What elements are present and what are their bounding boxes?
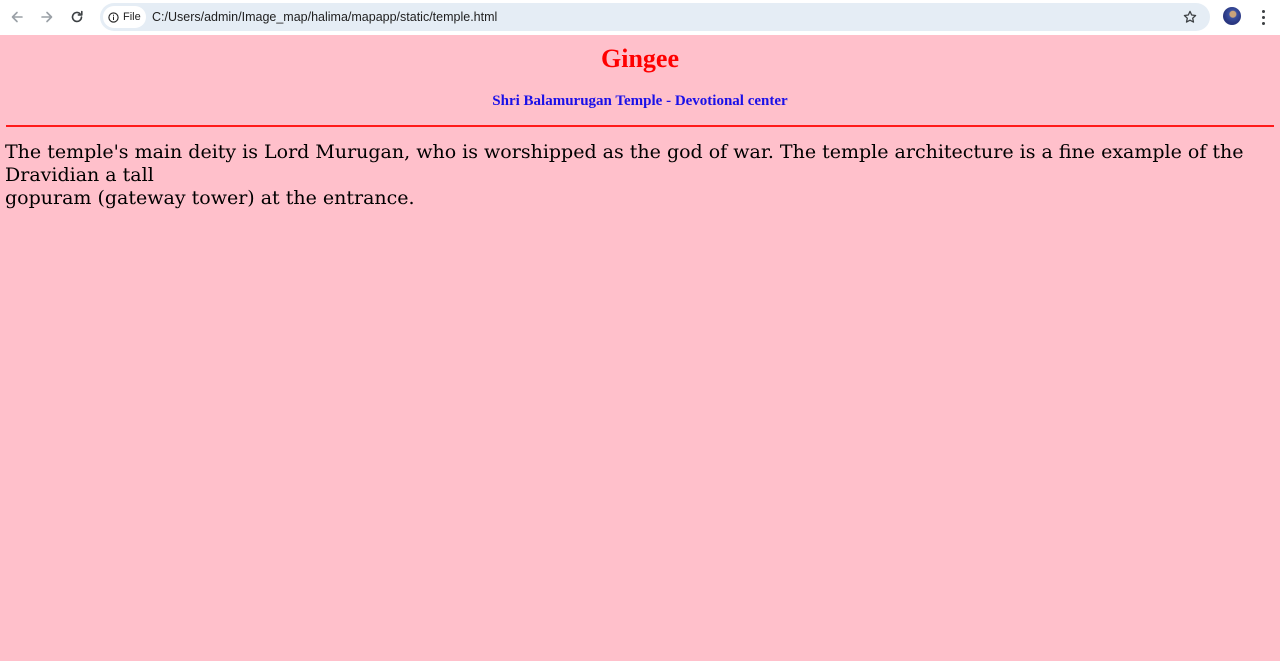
page-content: Gingee Shri Balamurugan Temple - Devotio… xyxy=(0,35,1280,661)
description-line-2: gopuram (gateway tower) at the entrance. xyxy=(5,187,415,209)
reload-button[interactable] xyxy=(63,3,91,31)
kebab-menu-dot xyxy=(1261,21,1265,25)
page-subtitle: Shri Balamurugan Temple - Devotional cen… xyxy=(492,93,788,109)
description-line-1: The temple's main deity is Lord Murugan,… xyxy=(5,141,1244,186)
kebab-menu-icon xyxy=(1261,9,1265,13)
back-button[interactable] xyxy=(3,3,31,31)
arrow-left-icon xyxy=(11,11,23,23)
reload-icon xyxy=(71,10,83,23)
temple-description: The temple's main deity is Lord Murugan,… xyxy=(5,141,1275,210)
browser-toolbar: File C:/Users/admin/Image_map/halima/map… xyxy=(0,0,1280,35)
profile-avatar[interactable] xyxy=(1223,7,1241,25)
bookmark-button[interactable] xyxy=(1180,7,1200,27)
arrow-right-icon xyxy=(41,11,53,23)
site-chip-label: File xyxy=(123,11,141,23)
forward-button[interactable] xyxy=(33,3,61,31)
page-title: Gingee xyxy=(601,44,679,73)
info-icon xyxy=(108,11,119,23)
url-text[interactable]: C:/Users/admin/Image_map/halima/mapapp/s… xyxy=(152,3,497,31)
horizontal-rule xyxy=(6,125,1274,127)
star-icon xyxy=(1183,10,1197,23)
address-bar[interactable]: File C:/Users/admin/Image_map/halima/map… xyxy=(100,3,1210,31)
site-info-chip[interactable]: File xyxy=(103,6,146,28)
browser-menu-button[interactable] xyxy=(1253,5,1273,29)
kebab-menu-dot xyxy=(1261,15,1265,19)
